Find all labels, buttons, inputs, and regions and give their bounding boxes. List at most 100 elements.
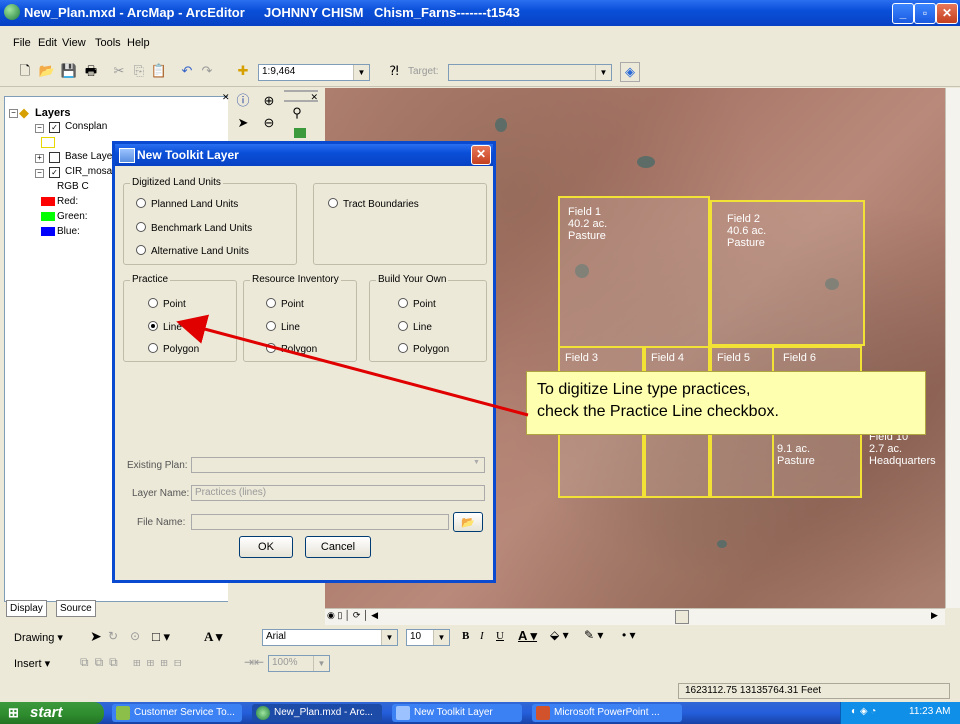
scroll-right-icon[interactable]: ▶ (931, 610, 938, 621)
save-icon[interactable]: 💾 (60, 62, 78, 80)
paste-icon[interactable]: 📋 (150, 62, 168, 80)
start-button[interactable]: ⊞ start (0, 702, 104, 724)
print-icon[interactable]: 🖶 (82, 62, 100, 80)
collapse-icon[interactable]: − (35, 169, 44, 178)
arrange-icons[interactable]: ⧉⧉⧉ ⊞⊞⊞⊟ (80, 655, 188, 670)
view-mode-icons[interactable]: ◉ ▯ │ ⟳ │ ◀ (327, 610, 378, 621)
insert-menu[interactable]: Insert ▾ (14, 657, 50, 670)
dialog-close-button[interactable]: ✕ (471, 145, 491, 165)
radio-practice-point[interactable]: Point (148, 298, 186, 310)
editor-icon[interactable]: ◈ (620, 62, 640, 82)
radio-build-line[interactable]: Line (398, 321, 432, 333)
redo-icon[interactable]: ↷ (198, 62, 216, 80)
existing-plan-label: Existing Plan: (127, 460, 188, 471)
expand-icon[interactable]: + (35, 154, 44, 163)
zoom-out-icon[interactable]: ⊖ (260, 114, 278, 132)
identify-icon[interactable]: ⓘ (234, 92, 252, 110)
drawing-menu[interactable]: Drawing ▾ (14, 631, 63, 644)
open-folder-icon[interactable]: 📂 (38, 62, 56, 80)
radio-build-point[interactable]: Point (398, 298, 436, 310)
file-name-field[interactable] (191, 514, 449, 530)
marker-color-icon[interactable]: • ▾ (622, 628, 636, 642)
whats-this-icon[interactable]: ⁈ (385, 62, 403, 80)
collapse-icon[interactable]: − (9, 109, 18, 118)
task-arcmap[interactable]: New_Plan.mxd - Arc... (252, 704, 382, 722)
bold-icon[interactable]: B (462, 630, 469, 642)
close-button[interactable]: ✕ (936, 3, 958, 24)
tray-icons[interactable]: ◐ ◈ ◔ (851, 706, 876, 717)
menu-bar: File Edit View Tools Help (0, 34, 960, 54)
radio-resource-polygon[interactable]: Polygon (266, 343, 317, 355)
cir-mosaic-checkbox[interactable]: ✓ (49, 167, 60, 178)
task-customer-service[interactable]: Customer Service To... (112, 704, 242, 722)
menu-edit[interactable]: Edit (38, 37, 57, 49)
line-color-icon[interactable]: ✎ ▾ (584, 628, 603, 642)
task-powerpoint[interactable]: Microsoft PowerPoint ... (532, 704, 682, 722)
radio-tract-boundaries[interactable]: Tract Boundaries (328, 198, 419, 210)
layout-icons[interactable]: ⇥⇤ (244, 655, 264, 669)
add-data-icon[interactable]: ✚ (234, 62, 252, 80)
cut-icon[interactable]: ✂ (110, 62, 128, 80)
undo-icon[interactable]: ↶ (178, 62, 196, 80)
tab-display[interactable]: Display (6, 600, 47, 617)
task-new-toolkit-layer[interactable]: New Toolkit Layer (392, 704, 522, 722)
toolkit-icon (396, 706, 410, 720)
minimize-button[interactable]: _ (892, 3, 914, 24)
base-layers-checkbox[interactable] (49, 152, 60, 163)
browse-folder-icon[interactable]: 📂 (453, 512, 483, 532)
toolbar-close-icon[interactable]: ✕ (284, 90, 318, 102)
font-combo[interactable]: Arial ▼ (262, 629, 398, 646)
radio-planned-land-units[interactable]: Planned Land Units (136, 198, 238, 210)
italic-icon[interactable]: I (480, 630, 484, 642)
toc-root-layers[interactable]: Layers (35, 107, 70, 119)
consplan-checkbox[interactable]: ✓ (49, 122, 60, 133)
radio-build-polygon[interactable]: Polygon (398, 343, 449, 355)
underline-icon[interactable]: U (496, 630, 504, 642)
find-icon[interactable]: ⚲ (288, 104, 306, 122)
radio-practice-line[interactable]: Line (148, 321, 182, 333)
toc-close-icon[interactable]: ✕ (222, 92, 230, 103)
target-combo[interactable]: ▼ (448, 64, 612, 81)
fill-color-icon[interactable]: ⬙ ▾ (550, 628, 569, 642)
maximize-button[interactable]: ▫ (914, 3, 936, 24)
zoom-combo[interactable]: 100% ▼ (268, 655, 330, 672)
copy-icon[interactable]: ⎘ (130, 62, 148, 80)
radio-resource-line[interactable]: Line (266, 321, 300, 333)
cancel-button[interactable]: Cancel (305, 536, 371, 558)
zoom-in-icon[interactable]: ⊕ (260, 92, 278, 110)
map-vertical-scrollbar[interactable] (945, 88, 960, 608)
radio-alternative-land-units[interactable]: Alternative Land Units (136, 245, 249, 257)
layers-icon: ◆ (19, 105, 29, 120)
map-horizontal-scrollbar[interactable]: ◉ ▯ │ ⟳ │ ◀ ▶ (325, 608, 945, 625)
rotate-icon[interactable]: ↻ (108, 629, 118, 643)
practice-group: Practice Point Line Polygon (123, 274, 237, 362)
toc-layer-consplan[interactable]: Consplan (65, 121, 107, 132)
radio-resource-point[interactable]: Point (266, 298, 304, 310)
zoom-to-selected-icon[interactable]: ⊙ (130, 629, 140, 643)
new-document-icon[interactable]: 🗋 (16, 62, 34, 80)
font-color-icon[interactable]: A ▾ (518, 628, 537, 644)
map-scale-combo[interactable]: 1:9,464 ▼ (258, 64, 370, 81)
ok-button[interactable]: OK (239, 536, 293, 558)
menu-tools[interactable]: Tools (95, 37, 121, 49)
dialog-title-bar[interactable]: New Toolkit Layer ✕ (115, 144, 493, 166)
zoom-value: 100% (272, 657, 298, 668)
tab-source[interactable]: Source (56, 600, 96, 617)
menu-file[interactable]: File (13, 37, 31, 49)
radio-practice-polygon[interactable]: Polygon (148, 343, 199, 355)
radio-benchmark-land-units[interactable]: Benchmark Land Units (136, 222, 252, 234)
font-size-combo[interactable]: 10 ▼ (406, 629, 450, 646)
rectangle-icon[interactable]: □ ▾ (152, 629, 170, 645)
text-icon[interactable]: A ▾ (204, 629, 222, 645)
layer-name-field[interactable]: Practices (lines) (191, 485, 485, 501)
scroll-thumb[interactable] (675, 610, 689, 624)
window-title: New_Plan.mxd - ArcMap - ArcEditor (24, 5, 245, 20)
select-arrow-icon[interactable]: ➤ (234, 114, 252, 132)
existing-plan-combo[interactable]: ▼ (191, 457, 485, 473)
map-tool-icon[interactable] (294, 128, 306, 138)
status-coordinates: 1623112.75 13135764.31 Feet (678, 683, 950, 699)
menu-help[interactable]: Help (127, 37, 150, 49)
menu-view[interactable]: View (62, 37, 86, 49)
select-elements-icon[interactable]: ➤ (90, 628, 102, 645)
collapse-icon[interactable]: − (35, 124, 44, 133)
